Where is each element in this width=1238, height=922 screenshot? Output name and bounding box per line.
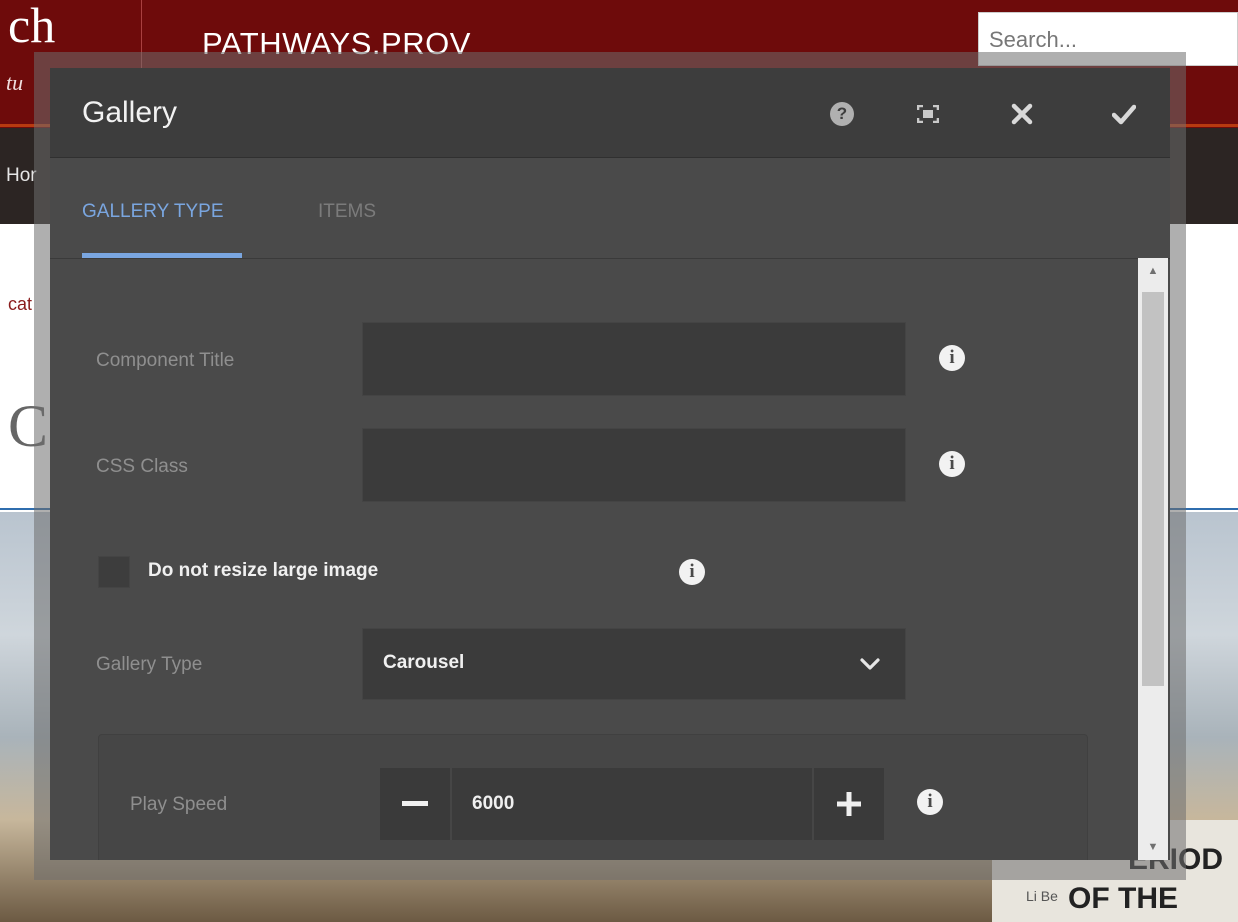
active-tab-indicator bbox=[82, 253, 242, 258]
scroll-up-arrow-icon[interactable]: ▲ bbox=[1138, 258, 1168, 284]
play-speed-value: 6000 bbox=[472, 793, 515, 814]
gallery-type-value: Carousel bbox=[383, 652, 465, 673]
tab-gallery-type[interactable]: GALLERY TYPE bbox=[82, 201, 224, 223]
nav-item-home[interactable]: Hor bbox=[6, 165, 37, 187]
done-button[interactable] bbox=[1102, 92, 1146, 136]
resize-image-info-icon[interactable]: i bbox=[674, 554, 710, 590]
tab-bar: GALLERY TYPE ITEMS bbox=[50, 159, 1170, 259]
checkmark-icon bbox=[1112, 104, 1136, 125]
fullscreen-icon bbox=[917, 105, 939, 123]
component-title-label: Component Title bbox=[96, 350, 235, 371]
site-logo[interactable]: ch bbox=[8, 0, 55, 50]
breadcrumb[interactable]: cat bbox=[8, 294, 32, 315]
scrollbar-thumb[interactable] bbox=[1142, 292, 1164, 686]
dialog-header: Gallery ? bbox=[50, 68, 1170, 158]
component-title-input[interactable] bbox=[362, 322, 906, 396]
image-caption-2: OF THE bbox=[1068, 882, 1178, 915]
dialog-title: Gallery bbox=[82, 96, 178, 129]
css-class-input[interactable] bbox=[362, 428, 906, 502]
play-speed-decrement-button[interactable] bbox=[380, 768, 450, 840]
play-speed-increment-button[interactable] bbox=[814, 768, 884, 840]
css-class-info-icon[interactable]: i bbox=[934, 446, 970, 482]
dialog-scrollbar[interactable]: ▲ ▼ bbox=[1138, 258, 1168, 860]
gallery-dialog: Gallery ? GALLERY TYPE ITEMS Component T… bbox=[50, 68, 1170, 860]
play-speed-label: Play Speed bbox=[130, 794, 228, 815]
help-button[interactable]: ? bbox=[820, 92, 864, 136]
css-class-label: CSS Class bbox=[96, 456, 188, 477]
image-symbols: Li Be bbox=[1026, 888, 1058, 904]
help-icon: ? bbox=[830, 102, 854, 126]
play-speed-info-icon[interactable]: i bbox=[912, 784, 948, 820]
tab-items[interactable]: ITEMS bbox=[318, 201, 376, 223]
minus-icon bbox=[402, 801, 428, 806]
plus-icon bbox=[837, 792, 861, 816]
resize-image-checkbox[interactable] bbox=[98, 556, 130, 588]
gallery-type-select[interactable]: Carousel bbox=[362, 628, 906, 700]
resize-image-label[interactable]: Do not resize large image bbox=[148, 560, 378, 582]
play-speed-input[interactable]: 6000 bbox=[452, 768, 812, 840]
site-logo-tagline: tu bbox=[6, 70, 24, 95]
scroll-down-arrow-icon[interactable]: ▼ bbox=[1138, 834, 1168, 860]
fullscreen-button[interactable] bbox=[906, 92, 950, 136]
chevron-down-icon bbox=[860, 658, 880, 670]
component-title-info-icon[interactable]: i bbox=[934, 340, 970, 376]
close-button[interactable] bbox=[1000, 92, 1044, 136]
close-icon bbox=[1011, 103, 1033, 125]
gallery-type-label: Gallery Type bbox=[96, 654, 203, 675]
